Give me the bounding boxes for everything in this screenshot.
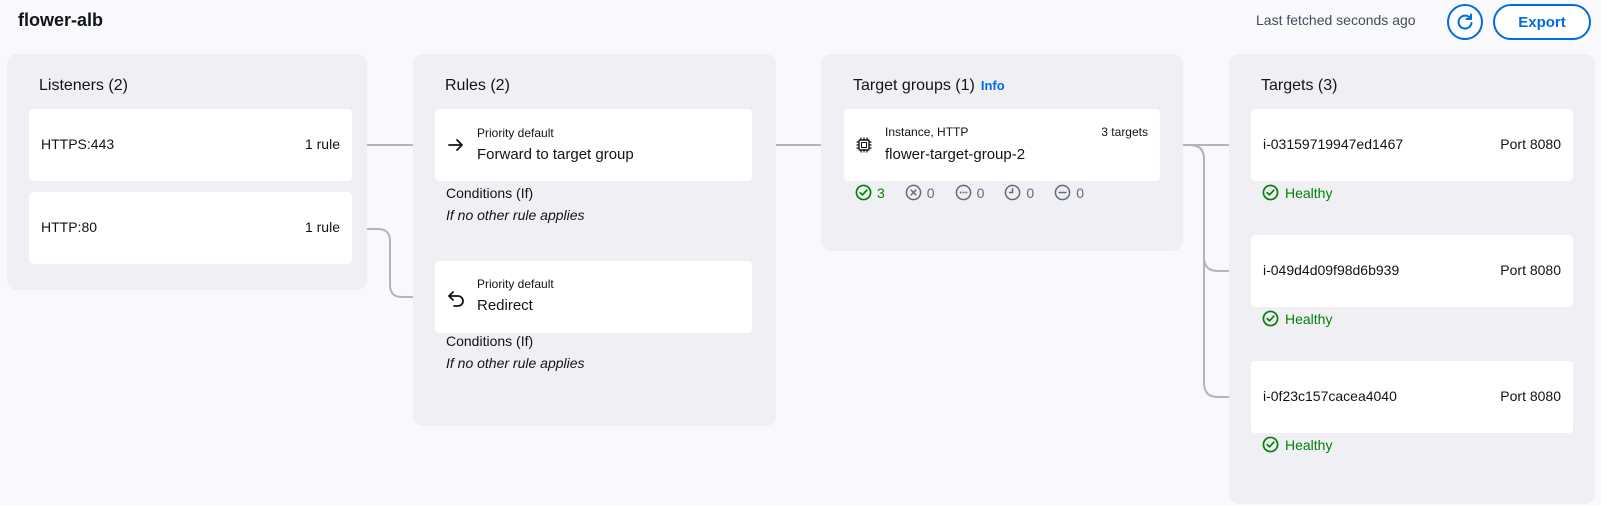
export-button[interactable]: Export <box>1493 4 1591 40</box>
targets-panel: Targets (3) i-03159719947ed1467 Port 808… <box>1229 54 1595 504</box>
status-draining: 0 <box>1004 184 1034 201</box>
check-circle-icon <box>1262 310 1279 327</box>
target-port: Port 8080 <box>1500 136 1561 152</box>
listener-protocol: HTTPS:443 <box>41 136 115 152</box>
target-group-type: Instance, HTTP <box>885 125 969 139</box>
rules-title: Rules (2) <box>445 77 510 94</box>
listener-card-http[interactable]: HTTP:80 1 rule <box>29 192 352 264</box>
check-circle-icon <box>855 184 872 201</box>
target-group-status-row: 3 0 0 0 0 <box>855 184 1084 201</box>
target-card[interactable]: i-049d4d09f98d6b939 Port 8080 <box>1251 235 1573 307</box>
status-unhealthy-count: 0 <box>926 184 935 201</box>
rule-priority: Priority default <box>477 277 554 291</box>
minus-circle-icon <box>1054 184 1071 201</box>
target-health: Healthy <box>1262 184 1332 201</box>
chip-icon <box>856 137 872 153</box>
target-port: Port 8080 <box>1500 388 1561 404</box>
status-unused: 0 <box>1054 184 1084 201</box>
target-groups-panel: Target groups (1) Info Instance, HTTP 3 t… <box>821 54 1183 251</box>
listeners-title: Listeners (2) <box>39 77 128 94</box>
last-fetched-text: Last fetched seconds ago <box>1256 12 1416 28</box>
refresh-icon <box>1457 13 1473 30</box>
rule-card-redirect[interactable]: Priority default Redirect <box>435 261 752 333</box>
status-healthy-count: 3 <box>877 184 885 201</box>
target-group-name: flower-target-group-2 <box>885 146 1026 163</box>
targets-title: Targets (3) <box>1261 77 1338 94</box>
target-group-card[interactable]: Instance, HTTP 3 targets flower-target-g… <box>844 109 1160 181</box>
rule-conditions-value: If no other rule applies <box>446 355 585 371</box>
target-health-label: Healthy <box>1285 310 1333 327</box>
rule-card-forward[interactable]: Priority default Forward to target group <box>435 109 752 181</box>
rule-conditions-label: Conditions (If) <box>446 333 534 349</box>
target-groups-title-text: Target groups (1) <box>853 77 975 94</box>
listeners-panel: Listeners (2) HTTPS:443 1 rule HTTP:80 1… <box>7 54 367 290</box>
redirect-icon <box>448 291 464 307</box>
target-groups-title: Target groups (1) Info <box>853 77 1005 95</box>
x-circle-icon <box>905 184 922 201</box>
target-card[interactable]: i-0f23c157cacea4040 Port 8080 <box>1251 361 1573 433</box>
target-instance-id: i-049d4d09f98d6b939 <box>1263 262 1400 278</box>
listener-card-https[interactable]: HTTPS:443 1 rule <box>29 109 352 181</box>
check-circle-icon <box>1262 436 1279 453</box>
target-health-label: Healthy <box>1285 436 1333 453</box>
status-unhealthy: 0 <box>905 184 935 201</box>
page-title: flower-alb <box>18 10 104 30</box>
status-unused-count: 0 <box>1076 184 1084 201</box>
rules-panel: Rules (2) Priority default Forward to ta… <box>413 54 776 426</box>
rule-priority: Priority default <box>477 126 554 140</box>
target-card[interactable]: i-03159719947ed1467 Port 8080 <box>1251 109 1573 181</box>
status-initial-count: 0 <box>976 184 985 201</box>
dots-circle-icon <box>955 184 971 201</box>
rule-conditions-label: Conditions (If) <box>446 185 534 201</box>
arrow-right-icon <box>448 139 463 151</box>
target-health: Healthy <box>1262 310 1332 327</box>
rule-action: Forward to target group <box>477 146 634 163</box>
info-link[interactable]: Info <box>981 78 1005 93</box>
status-draining-count: 0 <box>1026 184 1035 201</box>
check-circle-icon <box>1262 184 1279 201</box>
target-health: Healthy <box>1262 436 1332 453</box>
rule-conditions-value: If no other rule applies <box>446 207 585 223</box>
refresh-button[interactable] <box>1447 4 1483 40</box>
status-initial: 0 <box>955 184 985 201</box>
target-health-label: Healthy <box>1285 184 1333 201</box>
listener-protocol: HTTP:80 <box>41 219 98 235</box>
target-port: Port 8080 <box>1500 262 1561 278</box>
status-healthy: 3 <box>855 184 885 201</box>
target-group-count: 3 targets <box>1101 125 1148 139</box>
listener-rule-count: 1 rule <box>304 136 340 152</box>
listener-rule-count: 1 rule <box>304 219 340 235</box>
clock-circle-icon <box>1005 184 1021 201</box>
rule-action: Redirect <box>477 297 533 314</box>
target-instance-id: i-0f23c157cacea4040 <box>1263 388 1397 404</box>
target-instance-id: i-03159719947ed1467 <box>1263 136 1404 152</box>
